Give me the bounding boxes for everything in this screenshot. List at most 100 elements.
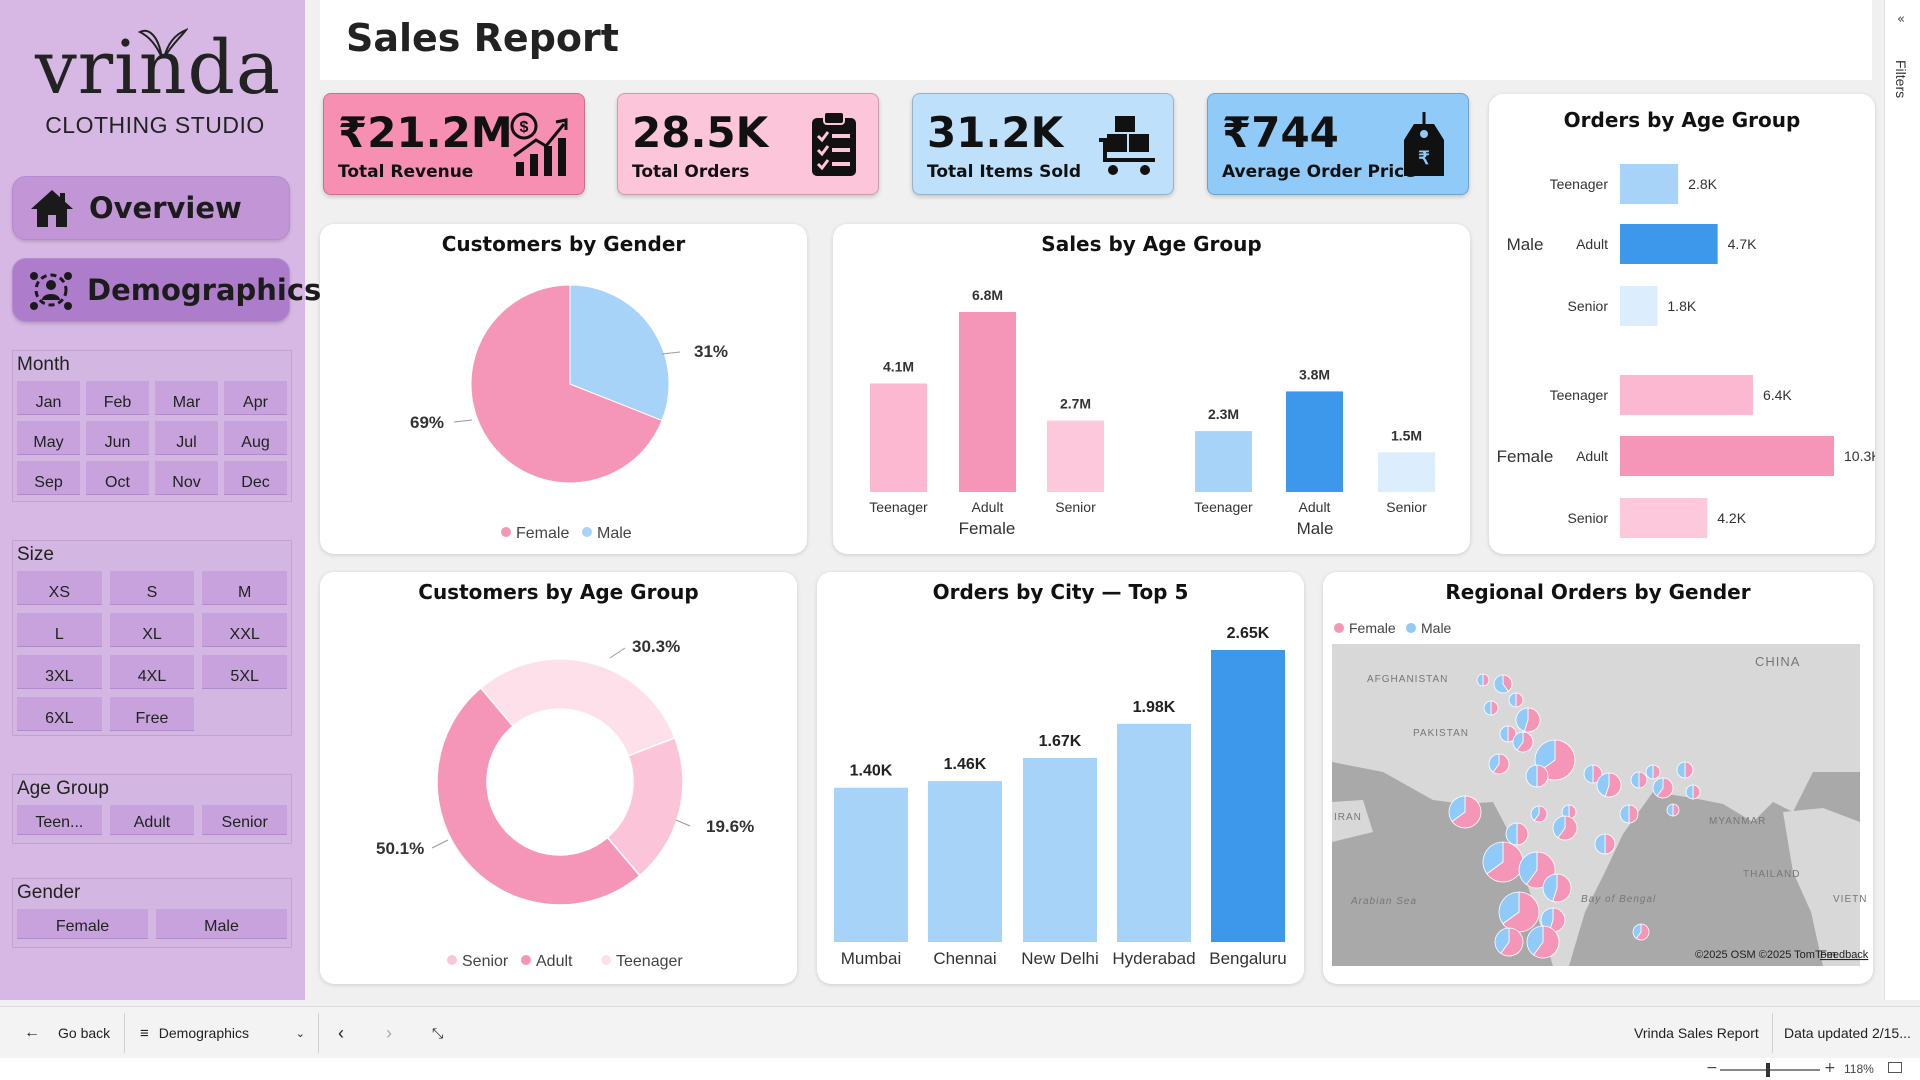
- legend-swatch: [501, 527, 511, 537]
- size-chip[interactable]: S: [109, 571, 195, 605]
- nav-demographics-button[interactable]: Demographics: [12, 258, 321, 322]
- legend-label: Male: [597, 525, 632, 542]
- next-page-button[interactable]: ›: [386, 1007, 392, 1059]
- bar: [959, 312, 1016, 492]
- size-chip[interactable]: XL: [109, 613, 195, 647]
- data-label: 6.8M: [972, 287, 1003, 303]
- orders-age-bar-chart: Teenager 2.8K Adult 4.7K Senior 1.8K Male Teena…: [1497, 164, 1881, 538]
- kpi-label: Total Revenue: [338, 162, 474, 182]
- go-back-label: Go back: [58, 1025, 111, 1041]
- kpi-average-order-price[interactable]: ₹744 Average Order Price ₹: [1207, 93, 1469, 195]
- zoom-slider-track[interactable]: [1720, 1069, 1820, 1071]
- leader-line: [661, 351, 681, 355]
- size-chip[interactable]: 3XL: [17, 655, 102, 689]
- gender-slicer: Gender Female Male: [12, 878, 292, 948]
- regional-map[interactable]: Female Male AFGHANISTAN PAKISTAN CHINA MYANMA…: [1323, 572, 1873, 984]
- month-chip[interactable]: Jul: [155, 421, 218, 455]
- people-chart-icon: [27, 265, 75, 315]
- month-slicer: Month Jan Feb Mar Apr May Jun Jul Aug Se…: [12, 350, 292, 502]
- filters-pane[interactable]: « Filters: [1884, 0, 1920, 1000]
- card-title: Orders by City — Top 5: [932, 580, 1189, 604]
- data-label: 50.1%: [376, 839, 424, 858]
- map-credits: ©2025 OSM ©2025 TomTom: [1695, 949, 1836, 961]
- month-chip[interactable]: Feb: [86, 381, 149, 415]
- revenue-growth-icon: $: [510, 112, 568, 176]
- kpi-total-revenue[interactable]: ₹21.2M Total Revenue $: [323, 93, 585, 195]
- size-chip[interactable]: XXL: [202, 613, 287, 647]
- leader-line: [431, 839, 449, 849]
- title-bar: Sales Report: [320, 0, 1872, 80]
- bar: [1286, 391, 1343, 492]
- svg-text:$: $: [520, 119, 529, 136]
- category-label: Senior: [1568, 510, 1609, 526]
- gender-chip[interactable]: Male: [156, 909, 287, 939]
- month-chip[interactable]: Jun: [86, 421, 149, 455]
- month-chip[interactable]: May: [17, 421, 80, 455]
- go-back-button[interactable]: ← Go back: [24, 1007, 110, 1059]
- size-chip[interactable]: 6XL: [17, 697, 102, 731]
- size-chip[interactable]: XS: [17, 571, 102, 605]
- legend-swatch: [1406, 623, 1416, 633]
- page-selector-label: Demographics: [158, 1025, 250, 1041]
- category-label: Chennai: [933, 949, 996, 968]
- bar: [834, 787, 908, 942]
- size-chip[interactable]: Free: [109, 697, 195, 731]
- size-chip[interactable]: M: [202, 571, 287, 605]
- data-label: 6.4K: [1763, 387, 1792, 403]
- legend-label: Female: [516, 525, 569, 542]
- size-chip[interactable]: 5XL: [202, 655, 287, 689]
- leader-line: [675, 819, 691, 827]
- fit-window-icon[interactable]: [1888, 1062, 1902, 1073]
- data-label: 2.65K: [1227, 625, 1270, 642]
- category-label: Teenager: [1194, 499, 1253, 515]
- month-chip[interactable]: Nov: [155, 461, 218, 495]
- legend-label: Adult: [536, 953, 573, 970]
- size-chip[interactable]: L: [17, 613, 102, 647]
- size-chip[interactable]: 4XL: [109, 655, 195, 689]
- data-label: 1.8K: [1667, 298, 1696, 314]
- map-place-label: AFGHANISTAN: [1367, 674, 1448, 685]
- collapse-arrows-icon: ⤡: [432, 1024, 444, 1041]
- page-selector-dropdown[interactable]: ≡ Demographics ⌄: [140, 1007, 305, 1059]
- month-chip[interactable]: Oct: [86, 461, 149, 495]
- month-chip[interactable]: Aug: [224, 421, 287, 455]
- bar: [1620, 286, 1658, 326]
- zoom-in-button[interactable]: +: [1824, 1060, 1836, 1076]
- category-label: Adult: [1299, 499, 1331, 515]
- legend-swatch: [447, 955, 457, 965]
- age-chip[interactable]: Teen...: [17, 805, 102, 835]
- chevron-right-icon: ›: [386, 1022, 392, 1043]
- price-tag-icon: ₹: [1404, 112, 1444, 176]
- category-label: Hyderabad: [1112, 949, 1195, 968]
- collapse-chevron-icon[interactable]: «: [1897, 12, 1905, 27]
- zoom-out-button[interactable]: −: [1706, 1060, 1718, 1076]
- fit-to-page-button[interactable]: ⤡: [432, 1007, 443, 1059]
- map-place-label: Arabian Sea: [1350, 896, 1417, 907]
- data-label: 2.7M: [1060, 396, 1091, 412]
- age-chip[interactable]: Senior: [202, 805, 287, 835]
- month-chip[interactable]: Dec: [224, 461, 287, 495]
- home-icon: [27, 183, 77, 233]
- category-label: Senior: [1386, 499, 1427, 515]
- age-chip[interactable]: Adult: [109, 805, 195, 835]
- zoom-slider-thumb[interactable]: [1766, 1063, 1770, 1077]
- nav-overview-button[interactable]: Overview: [12, 176, 290, 240]
- month-chip[interactable]: Jan: [17, 381, 80, 415]
- category-label: Mumbai: [841, 949, 901, 968]
- month-chip[interactable]: Sep: [17, 461, 80, 495]
- data-label: 1.5M: [1391, 427, 1422, 443]
- age-group-slicer-title: Age Group: [17, 778, 109, 799]
- data-label: 31%: [694, 342, 728, 361]
- kpi-total-orders[interactable]: 28.5K Total Orders: [617, 93, 879, 195]
- bar: [928, 781, 1002, 942]
- map-place-label: MYANMAR: [1709, 816, 1766, 827]
- previous-page-button[interactable]: ‹: [338, 1007, 344, 1059]
- gender-chip[interactable]: Female: [17, 909, 148, 939]
- logo-subtitle: CLOTHING STUDIO: [45, 112, 265, 138]
- legend-swatch: [582, 527, 592, 537]
- category-label: Senior: [1568, 298, 1609, 314]
- month-chip[interactable]: Mar: [155, 381, 218, 415]
- kpi-total-items-sold[interactable]: 31.2K Total Items Sold: [912, 93, 1174, 195]
- month-chip[interactable]: Apr: [224, 381, 287, 415]
- bar: [1047, 420, 1104, 492]
